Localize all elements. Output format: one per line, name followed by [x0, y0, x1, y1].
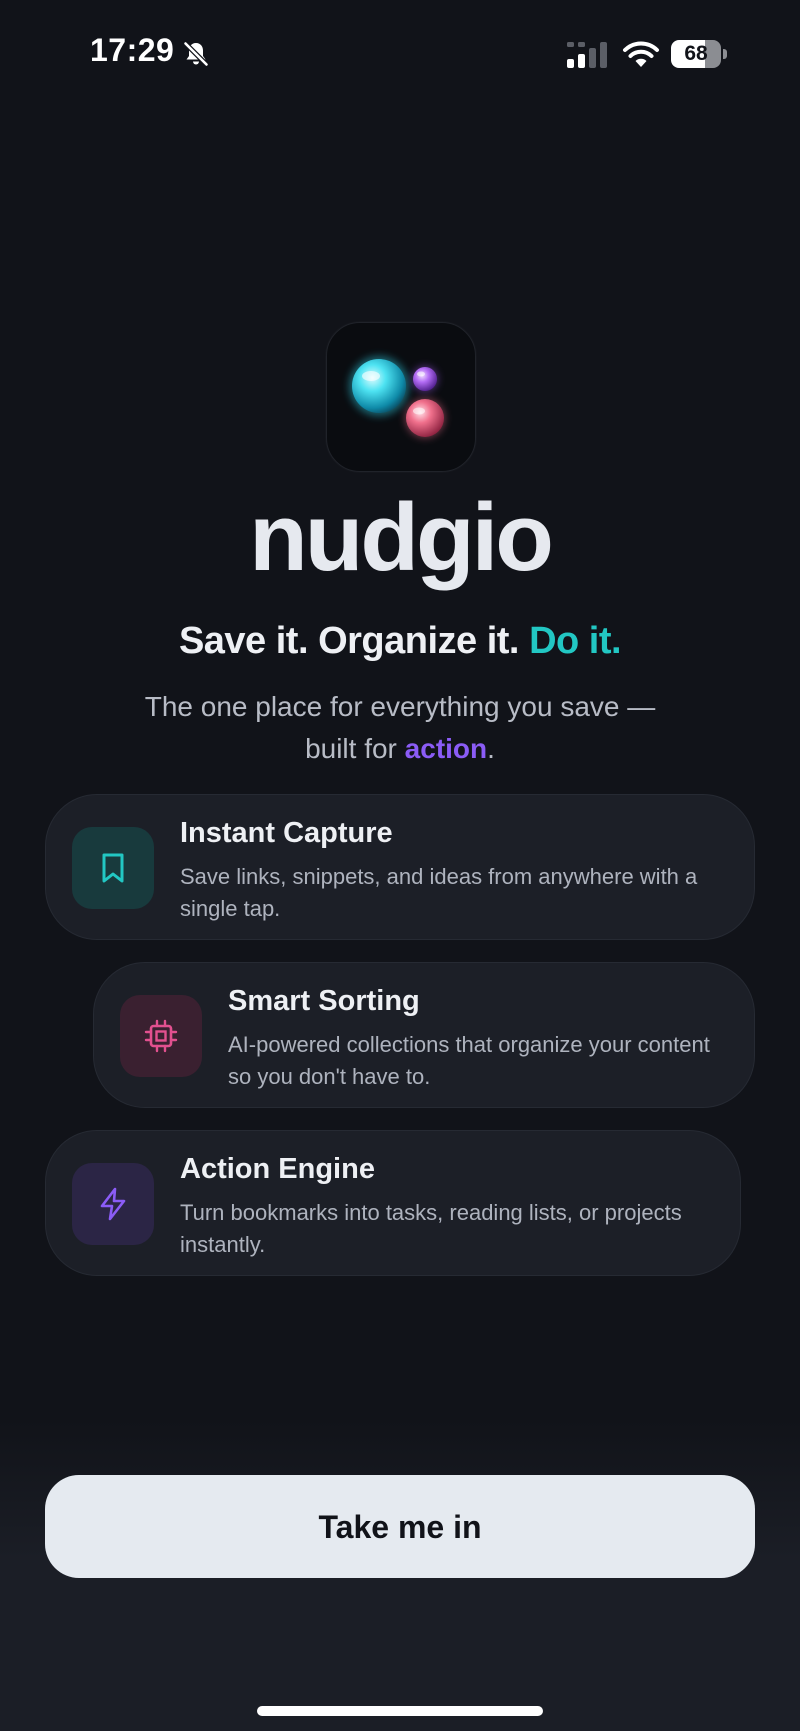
feature-card-instant-capture: Instant Capture Save links, snippets, an… — [45, 794, 755, 940]
subtitle-line-2: built for action. — [0, 728, 800, 770]
tagline-main: Save it. Organize it. — [178, 620, 520, 662]
cellular-signal-icon — [567, 42, 607, 68]
status-time: 17:29 — [90, 32, 175, 68]
subtitle: The one place for everything you save — … — [0, 686, 800, 770]
battery-icon: 68 — [671, 40, 727, 68]
lightning-bolt-icon — [100, 1187, 126, 1221]
subtitle-accent: action — [404, 733, 488, 764]
feature-title: Action Engine — [180, 1153, 375, 1185]
feature-description: Turn bookmarks into tasks, reading lists… — [180, 1200, 682, 1257]
feature-icon-container — [72, 1163, 154, 1245]
feature-title: Smart Sorting — [228, 985, 420, 1017]
status-bar: 17:29 68 — [0, 0, 800, 110]
feature-title: Instant Capture — [180, 817, 393, 849]
app-name: nudgio — [249, 484, 554, 591]
app-logo — [326, 322, 476, 472]
tagline-accent: Do it. — [529, 620, 622, 662]
subtitle-suffix: . — [487, 733, 495, 764]
subtitle-line-1: The one place for everything you save — — [144, 691, 656, 722]
bubbles-logo-icon — [349, 356, 445, 438]
feature-icon-container — [72, 827, 154, 909]
feature-icon-container — [120, 995, 202, 1077]
bookmark-icon — [102, 853, 124, 883]
feature-description: Save links, snippets, and ideas from any… — [180, 864, 698, 921]
take-me-in-button[interactable]: Take me in — [45, 1475, 755, 1578]
feature-card-action-engine: Action Engine Turn bookmarks into tasks,… — [45, 1130, 741, 1276]
feature-description: AI-powered collections that organize you… — [228, 1032, 710, 1089]
wifi-icon — [623, 41, 659, 67]
battery-level: 68 — [684, 42, 708, 65]
cpu-chip-icon — [144, 1019, 178, 1053]
bell-slash-icon — [182, 40, 210, 68]
feature-card-smart-sorting: Smart Sorting AI-powered collections tha… — [93, 962, 755, 1108]
home-indicator[interactable] — [257, 1706, 543, 1716]
tagline: Save it. Organize it. Do it. — [0, 620, 800, 663]
subtitle-prefix: built for — [305, 733, 397, 764]
